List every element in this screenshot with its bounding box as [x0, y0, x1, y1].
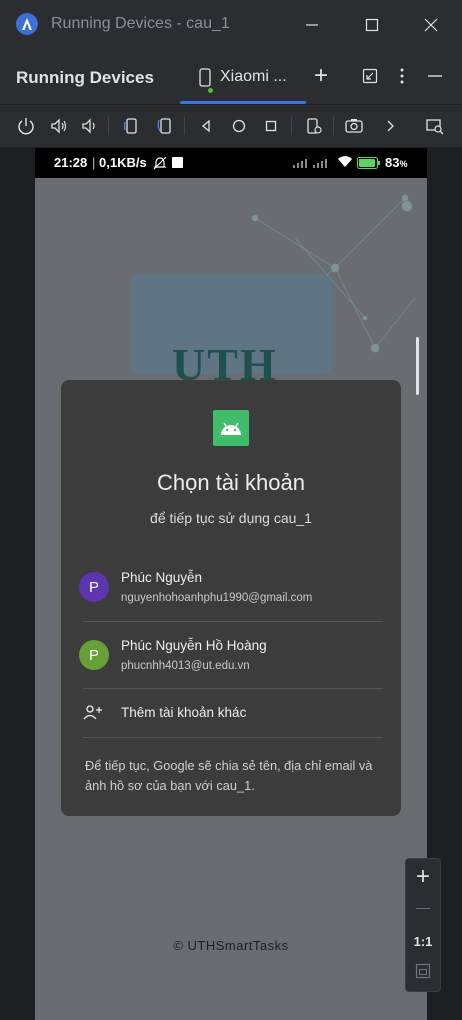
zoom-out-button[interactable]: —	[406, 899, 440, 915]
actual-size-button[interactable]: 1:1	[406, 934, 440, 949]
device-explorer-icon[interactable]	[423, 114, 447, 138]
percent-sign: %	[399, 159, 408, 169]
notification-icon	[172, 157, 183, 168]
more-options-icon[interactable]	[390, 64, 414, 88]
account-email: nguyenhohoanhphu1990@gmail.com	[121, 592, 313, 604]
dialog-title: Chọn tài khoản	[157, 470, 305, 495]
volume-up-icon[interactable]	[47, 114, 71, 138]
battery-percent: 83%	[385, 155, 407, 170]
zoom-in-button[interactable]: +	[406, 863, 440, 891]
battery-percent-value: 83	[385, 155, 400, 170]
tab-xiaomi-device[interactable]: Xiaomi ...	[180, 56, 306, 104]
wifi-icon	[337, 155, 353, 171]
title-bar: Running Devices - cau_1	[0, 0, 462, 48]
status-divider: |	[92, 155, 96, 170]
window-title: Running Devices - cau_1	[51, 15, 230, 32]
back-icon[interactable]	[194, 114, 218, 138]
toolbar-separator	[108, 117, 109, 135]
tool-window-title: Running Devices	[16, 68, 154, 87]
overview-icon[interactable]	[259, 114, 283, 138]
maximize-button[interactable]	[359, 12, 385, 38]
account-email: phucnhh4013@ut.edu.vn	[121, 660, 250, 672]
add-person-icon	[83, 704, 103, 725]
phone-status-bar: 21:28 | 0,1KB/s 83%	[35, 148, 427, 178]
close-button[interactable]	[418, 12, 444, 38]
minimize-button[interactable]	[299, 12, 325, 38]
device-screen[interactable]: 21:28 | 0,1KB/s 83% UTH © UTHSmartTasks	[35, 148, 427, 1020]
signal-icon	[293, 157, 333, 172]
more-chevron-icon[interactable]	[378, 114, 402, 138]
android-studio-icon	[16, 13, 38, 35]
dialog-subtitle: để tiếp tục sử dụng cau_1	[150, 510, 312, 526]
power-icon[interactable]	[14, 114, 38, 138]
restore-icon[interactable]	[358, 64, 382, 88]
account-name: Phúc Nguyễn	[121, 570, 203, 585]
hide-panel-icon[interactable]	[423, 64, 447, 88]
app-footer: © UTHSmartTasks	[173, 938, 289, 953]
toolbar-separator	[333, 117, 334, 135]
status-speed: 0,1KB/s	[99, 155, 147, 170]
rotate-left-icon[interactable]	[119, 114, 143, 138]
account-item[interactable]: P Phúc Nguyễn nguyenhohoanhphu1990@gmail…	[61, 556, 401, 622]
toolbar-separator	[184, 117, 185, 135]
mute-bell-icon	[153, 156, 167, 173]
device-settings-icon[interactable]	[302, 114, 326, 138]
zoom-controls: + — 1:1	[405, 858, 441, 992]
privacy-note: Để tiếp tục, Google sẽ chia sẻ tên, địa …	[85, 758, 373, 793]
android-app-icon	[213, 410, 249, 446]
avatar: P	[79, 640, 109, 670]
divider	[83, 737, 383, 738]
device-toolbar	[0, 105, 462, 148]
scrollbar-thumb[interactable]	[416, 337, 419, 395]
divider	[83, 688, 383, 689]
tab-underline	[180, 101, 306, 104]
add-account-label: Thêm tài khoản khác	[121, 705, 247, 720]
online-indicator	[208, 88, 213, 93]
divider	[83, 621, 383, 622]
account-chooser-dialog: Chọn tài khoản để tiếp tục sử dụng cau_1…	[61, 380, 401, 816]
add-account-button[interactable]: Thêm tài khoản khác	[61, 696, 401, 730]
camera-icon[interactable]	[342, 114, 366, 138]
fit-screen-icon[interactable]	[406, 963, 440, 984]
home-icon[interactable]	[227, 114, 251, 138]
account-name: Phúc Nguyễn Hồ Hoàng	[121, 638, 267, 653]
toolbar-separator	[291, 117, 292, 135]
account-item[interactable]: P Phúc Nguyễn Hồ Hoàng phucnhh4013@ut.ed…	[61, 624, 401, 690]
tab-label: Xiaomi ...	[220, 68, 287, 85]
battery-icon	[357, 157, 381, 172]
add-tab-button[interactable]: +	[309, 62, 333, 89]
avatar: P	[79, 572, 109, 602]
status-time: 21:28	[54, 155, 88, 170]
rotate-right-icon[interactable]	[153, 114, 177, 138]
volume-down-icon[interactable]	[77, 114, 101, 138]
